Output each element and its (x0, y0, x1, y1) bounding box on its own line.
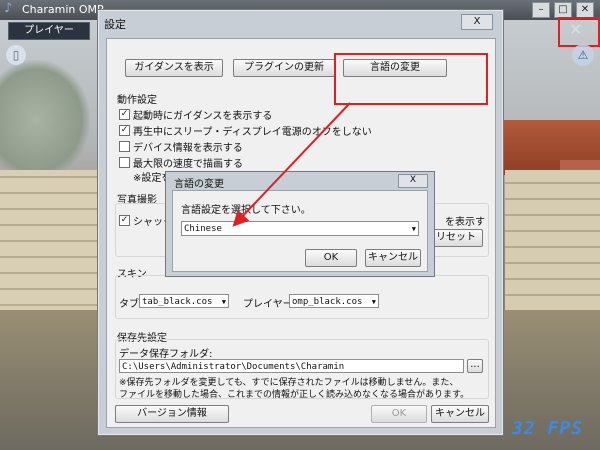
annotation-arrow (232, 102, 351, 227)
